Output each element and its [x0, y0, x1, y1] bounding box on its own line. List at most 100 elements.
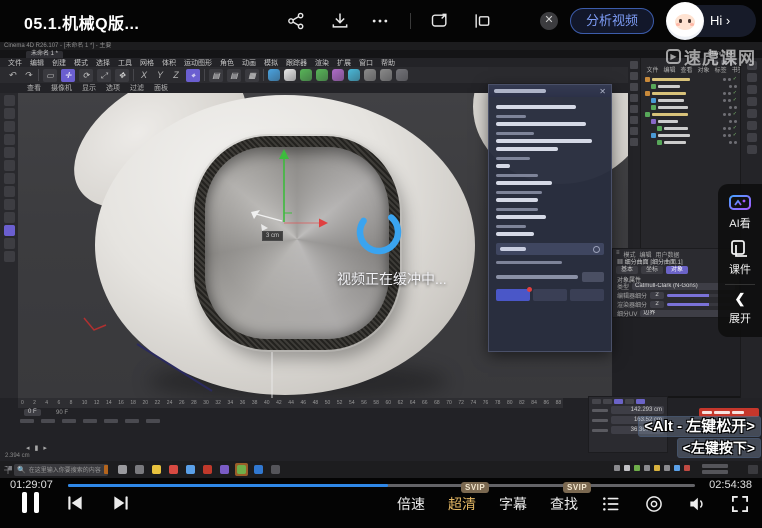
overlay-tab-active[interactable] — [496, 287, 532, 301]
share-icon[interactable] — [286, 11, 306, 31]
c4d-tool-icon[interactable]: ▤ — [209, 68, 223, 82]
c4d-tool-icon[interactable]: ↶ — [6, 70, 18, 81]
c4d-menu-item[interactable]: 工具 — [114, 58, 136, 68]
c4d-tool-icon[interactable]: ▭ — [43, 68, 57, 82]
c4d-menu-item[interactable]: 渲染 — [311, 58, 333, 68]
visibility-dot[interactable] — [722, 113, 726, 116]
view-strip-icon[interactable] — [630, 105, 638, 113]
attribute-tab[interactable]: 基本 — [616, 266, 639, 274]
object-tree-row[interactable] — [641, 139, 740, 146]
overlay-button[interactable] — [582, 271, 604, 282]
overlay-toggle-icon[interactable] — [593, 245, 600, 253]
left-tool-icon[interactable] — [3, 186, 15, 197]
visibility-dot[interactable] — [729, 141, 732, 144]
c4d-object-tool-icon[interactable] — [268, 69, 280, 81]
object-state-dots[interactable] — [729, 120, 737, 123]
playback-transport[interactable]: ◂ ▮ ▸ — [26, 444, 47, 452]
transport-icon[interactable]: ▸ — [43, 444, 47, 452]
ai-watch-icon[interactable] — [728, 193, 752, 212]
taskbar-app-icon[interactable] — [252, 463, 265, 476]
c4d-tool-icon[interactable]: Y — [154, 70, 166, 80]
courseware-label[interactable]: 课件 — [729, 261, 751, 277]
start-button-icon[interactable] — [4, 466, 12, 474]
c4d-tool-icon[interactable]: Z — [170, 70, 182, 80]
left-tool-icon[interactable] — [3, 251, 15, 262]
visibility-dot[interactable] — [722, 92, 726, 95]
c4d-menu-item[interactable]: 窗口 — [355, 58, 377, 68]
visibility-dot[interactable] — [729, 85, 732, 88]
visibility-dot[interactable] — [729, 106, 732, 109]
current-frame-field[interactable]: 0 F — [24, 409, 41, 416]
object-state-dots[interactable] — [729, 141, 737, 144]
left-tool-icon[interactable] — [3, 238, 15, 249]
expand-chevron-icon[interactable]: ❮ — [735, 291, 746, 307]
c4d-tool-icon[interactable]: X — [138, 70, 150, 80]
left-tool-icon[interactable] — [3, 147, 15, 158]
attribute-tab[interactable]: 对象 — [666, 266, 689, 274]
object-tree-row[interactable] — [641, 118, 740, 125]
previous-episode-button[interactable] — [65, 493, 85, 513]
attribute-header-item[interactable]: 模式 — [624, 250, 636, 259]
volume-icon[interactable] — [687, 494, 707, 514]
speed-button[interactable]: 倍速 — [397, 494, 425, 514]
visibility-dot[interactable] — [734, 106, 737, 109]
mini-window-icon[interactable] — [472, 11, 492, 31]
c4d-menu-item[interactable]: 文件 — [4, 58, 26, 68]
playlist-icon[interactable] — [601, 494, 621, 514]
download-icon[interactable] — [330, 11, 350, 31]
video-frame[interactable]: Cinema 4D R26.107 - [未命名 1 *] - 主要 未命名 1… — [0, 42, 762, 478]
subtitles-button[interactable]: 字幕 — [499, 494, 527, 514]
coordinate-value[interactable]: 142.293 cm — [611, 406, 664, 414]
record-screen-icon[interactable] — [644, 494, 664, 514]
taskbar-app-icon[interactable] — [235, 463, 248, 476]
viewport-menu-item[interactable]: 查看 — [22, 83, 46, 93]
visibility-dot[interactable] — [722, 99, 726, 102]
c4d-tool-icon[interactable]: ⤢ — [97, 68, 111, 82]
tray-icon[interactable] — [654, 465, 660, 471]
viewport-menu-item[interactable]: 摄像机 — [46, 83, 77, 93]
c4d-object-tool-icon[interactable] — [316, 69, 328, 81]
object-tree-row[interactable] — [641, 83, 740, 90]
taskbar-app-icon[interactable] — [167, 463, 180, 476]
left-tool-icon[interactable] — [3, 95, 15, 106]
taskbar-app-icon[interactable] — [218, 463, 231, 476]
c4d-object-tool-icon[interactable] — [396, 69, 408, 81]
object-tree-row[interactable] — [641, 104, 740, 111]
c4d-object-tool-icon[interactable] — [348, 69, 360, 81]
c4d-menu-item[interactable]: 跟踪器 — [282, 58, 311, 68]
left-tool-icon[interactable] — [3, 212, 15, 223]
palette-icon[interactable] — [746, 73, 757, 82]
screenshot-icon[interactable] — [430, 11, 450, 31]
view-strip-icon[interactable] — [630, 72, 638, 80]
palette-icon[interactable] — [746, 121, 757, 130]
transport-icon[interactable]: ◂ — [26, 444, 30, 452]
c4d-menu-item[interactable]: 创建 — [48, 58, 70, 68]
object-tree-row[interactable]: ✓ — [641, 76, 740, 83]
c4d-tool-icon[interactable]: ⟳ — [79, 68, 93, 82]
tray-icon[interactable] — [624, 465, 630, 471]
visibility-dot[interactable] — [722, 134, 726, 137]
c4d-object-tool-icon[interactable] — [300, 69, 312, 81]
view-strip-icon[interactable] — [630, 138, 638, 146]
object-tree-row[interactable]: ✓ — [641, 125, 740, 132]
c4d-object-tool-icon[interactable] — [284, 69, 296, 81]
close-icon[interactable]: ✕ — [540, 12, 558, 30]
palette-icon[interactable] — [746, 133, 757, 142]
visibility-dot[interactable] — [727, 99, 731, 102]
visibility-dot[interactable] — [734, 85, 737, 88]
left-tool-icon[interactable] — [3, 199, 15, 210]
c4d-tool-icon[interactable]: ⌖ — [186, 68, 200, 82]
visibility-dot[interactable] — [727, 134, 731, 137]
attribute-value[interactable]: 2 — [650, 301, 665, 308]
overlay-tab[interactable] — [533, 289, 567, 301]
object-state-dots[interactable]: ✓ — [722, 91, 737, 96]
c4d-menu-item[interactable]: 网格 — [136, 58, 158, 68]
visibility-dot[interactable] — [727, 113, 731, 116]
tray-icon[interactable] — [684, 465, 690, 471]
c4d-menu-item[interactable]: 动画 — [238, 58, 260, 68]
view-strip-icon[interactable] — [630, 94, 638, 102]
view-strip-icon[interactable] — [630, 116, 638, 124]
transport-icon[interactable]: ▮ — [35, 444, 39, 452]
c4d-menu-item[interactable]: 扩展 — [333, 58, 355, 68]
taskbar-app-icon[interactable] — [150, 463, 163, 476]
